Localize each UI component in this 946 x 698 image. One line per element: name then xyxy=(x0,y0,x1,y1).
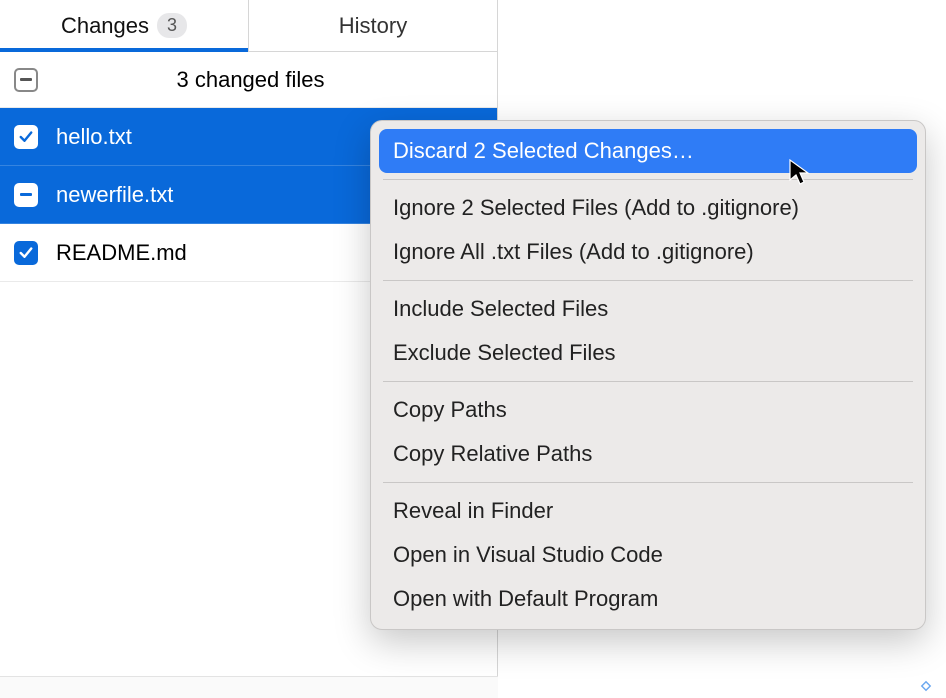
changes-summary-row: 3 changed files xyxy=(0,52,497,108)
menu-separator xyxy=(383,280,913,281)
context-menu: Discard 2 Selected Changes… Ignore 2 Sel… xyxy=(370,120,926,630)
menu-reveal-in-finder[interactable]: Reveal in Finder xyxy=(379,489,917,533)
menu-separator xyxy=(383,482,913,483)
menu-separator xyxy=(383,179,913,180)
mixed-indicator-icon xyxy=(20,193,32,196)
menu-open-vscode[interactable]: Open in Visual Studio Code xyxy=(379,533,917,577)
menu-include-selected[interactable]: Include Selected Files xyxy=(379,287,917,331)
menu-open-default[interactable]: Open with Default Program xyxy=(379,577,917,621)
file-name: hello.txt xyxy=(56,124,132,150)
file-name: newerfile.txt xyxy=(56,182,173,208)
file-checkbox[interactable] xyxy=(14,241,38,265)
changes-summary-text: 3 changed files xyxy=(52,67,483,93)
tab-bar: Changes 3 History xyxy=(0,0,497,52)
diff-indicator-icon xyxy=(920,680,932,692)
menu-exclude-selected[interactable]: Exclude Selected Files xyxy=(379,331,917,375)
file-checkbox[interactable] xyxy=(14,125,38,149)
menu-separator xyxy=(383,381,913,382)
menu-copy-relative-paths[interactable]: Copy Relative Paths xyxy=(379,432,917,476)
tab-changes[interactable]: Changes 3 xyxy=(0,0,249,51)
mixed-indicator-icon xyxy=(20,78,32,81)
tab-history-label: History xyxy=(339,13,407,39)
menu-discard-changes[interactable]: Discard 2 Selected Changes… xyxy=(379,129,917,173)
file-checkbox[interactable] xyxy=(14,183,38,207)
menu-ignore-selected[interactable]: Ignore 2 Selected Files (Add to .gitigno… xyxy=(379,186,917,230)
check-icon xyxy=(17,244,35,262)
tab-changes-label: Changes xyxy=(61,13,149,39)
menu-ignore-extension[interactable]: Ignore All .txt Files (Add to .gitignore… xyxy=(379,230,917,274)
menu-copy-paths[interactable]: Copy Paths xyxy=(379,388,917,432)
tab-history[interactable]: History xyxy=(249,0,497,51)
changes-count-badge: 3 xyxy=(157,13,187,38)
check-icon xyxy=(17,128,35,146)
select-all-checkbox[interactable] xyxy=(14,68,38,92)
file-name: README.md xyxy=(56,240,187,266)
footer-bar xyxy=(0,676,498,698)
